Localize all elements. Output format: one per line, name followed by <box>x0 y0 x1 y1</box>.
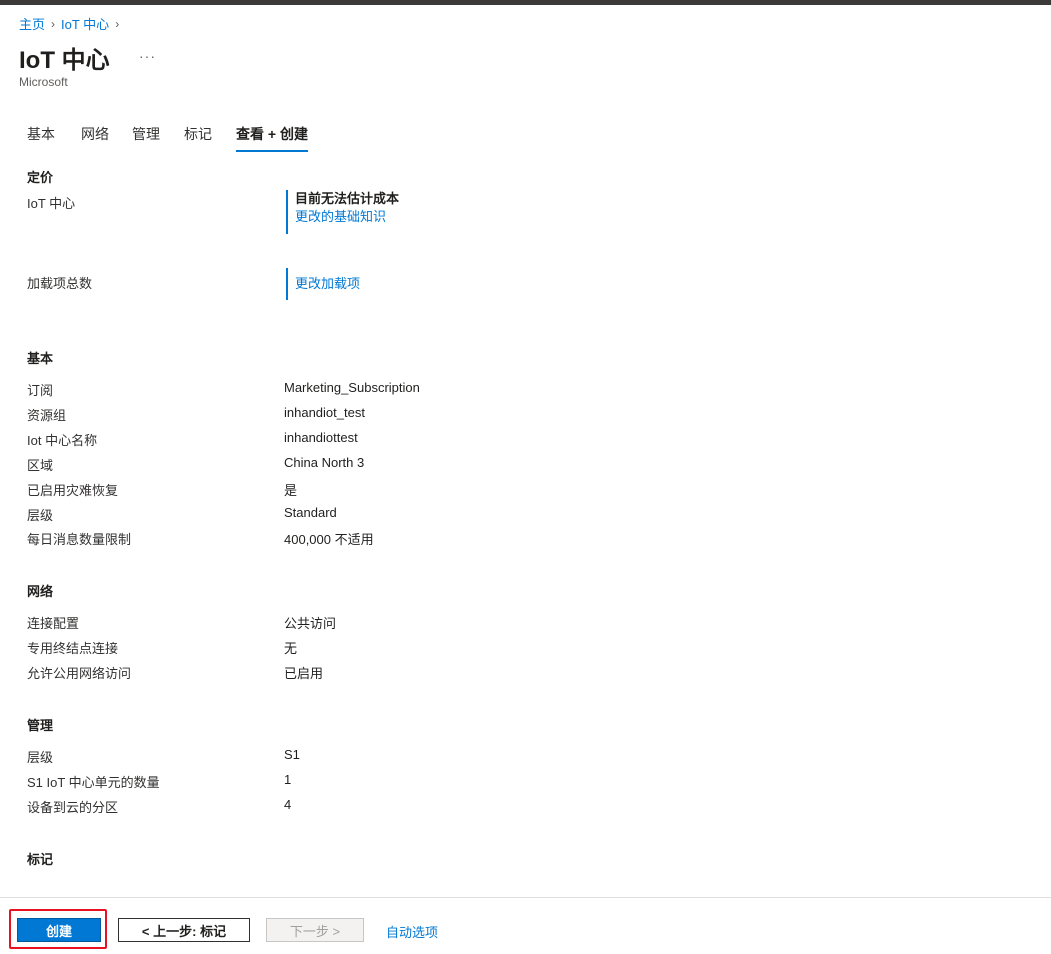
breadcrumb: 主页 › IoT 中心 › <box>19 14 125 33</box>
tab-review-create[interactable]: 查看 + 创建 <box>236 124 308 152</box>
row-value: Marketing_Subscription <box>284 380 420 395</box>
row-label: 允许公用网络访问 <box>27 666 132 681</box>
row-value: China North 3 <box>284 455 365 470</box>
row-value: 1 <box>284 772 292 787</box>
tab-management[interactable]: 管理 <box>132 124 160 152</box>
change-addons-link[interactable]: 更改加载项 <box>295 275 360 293</box>
row-label: 区域 <box>27 458 54 473</box>
row-label: 资源组 <box>27 408 67 423</box>
tab-tags[interactable]: 标记 <box>184 124 212 152</box>
pricing-addons-label: 加载项总数 <box>27 276 93 291</box>
wizard-tabs: 基本 网络 管理 标记 查看 + 创建 <box>27 124 334 152</box>
row-label: 每日消息数量限制 <box>27 532 132 547</box>
automation-options-link[interactable]: 自动选项 <box>386 922 438 941</box>
tab-basics[interactable]: 基本 <box>27 124 55 152</box>
row-value: S1 <box>284 747 300 762</box>
row-label: 层级 <box>27 508 54 523</box>
more-options-icon[interactable]: ··· <box>139 48 156 64</box>
chevron-right-icon: › <box>51 16 56 31</box>
row-value: 是 <box>284 483 298 498</box>
breadcrumb-iot-hub-link[interactable]: IoT 中心 <box>61 14 109 33</box>
row-value: Standard <box>284 505 337 520</box>
portal-top-bar <box>0 0 1051 5</box>
row-label: Iot 中心名称 <box>27 433 98 448</box>
next-button[interactable]: 下一步 > <box>266 918 364 942</box>
row-label: 连接配置 <box>27 616 80 631</box>
footer-divider <box>0 897 1051 898</box>
row-label: 设备到云的分区 <box>27 800 119 815</box>
page-title: IoT 中心 <box>19 47 110 74</box>
previous-tags-button[interactable]: < 上一步: 标记 <box>118 918 250 942</box>
row-label: 层级 <box>27 750 54 765</box>
chevron-right-icon: › <box>115 16 120 31</box>
tab-networking[interactable]: 网络 <box>81 124 109 152</box>
breadcrumb-home-link[interactable]: 主页 <box>19 14 45 33</box>
pricing-iot-box: 目前无法估计成本 更改的基础知识 <box>286 190 399 234</box>
create-button[interactable]: 创建 <box>17 918 101 942</box>
row-value: 公共访问 <box>284 616 337 631</box>
row-label: 订阅 <box>27 383 54 398</box>
pricing-addons-box: 更改加载项 <box>286 268 360 300</box>
management-heading: 管理 <box>27 718 54 733</box>
row-value: 已启用 <box>284 666 324 681</box>
row-value: inhandiot_test <box>284 405 365 420</box>
row-value: 无 <box>284 641 298 656</box>
pricing-status: 目前无法估计成本 <box>295 191 400 206</box>
publisher-label: Microsoft <box>19 75 68 89</box>
networking-heading: 网络 <box>27 584 54 599</box>
row-label: S1 IoT 中心单元的数量 <box>27 775 160 790</box>
row-label: 专用终结点连接 <box>27 641 119 656</box>
row-value: 4 <box>284 797 292 812</box>
tags-heading: 标记 <box>27 852 54 867</box>
pricing-heading: 定价 <box>27 170 54 185</box>
pricing-iot-label: IoT 中心 <box>27 196 76 211</box>
basics-heading: 基本 <box>27 351 54 366</box>
row-value: inhandiottest <box>284 430 358 445</box>
row-value: 400,000 不适用 <box>284 532 374 547</box>
row-label: 已启用灾难恢复 <box>27 483 119 498</box>
change-basics-link[interactable]: 更改的基础知识 <box>295 208 399 226</box>
